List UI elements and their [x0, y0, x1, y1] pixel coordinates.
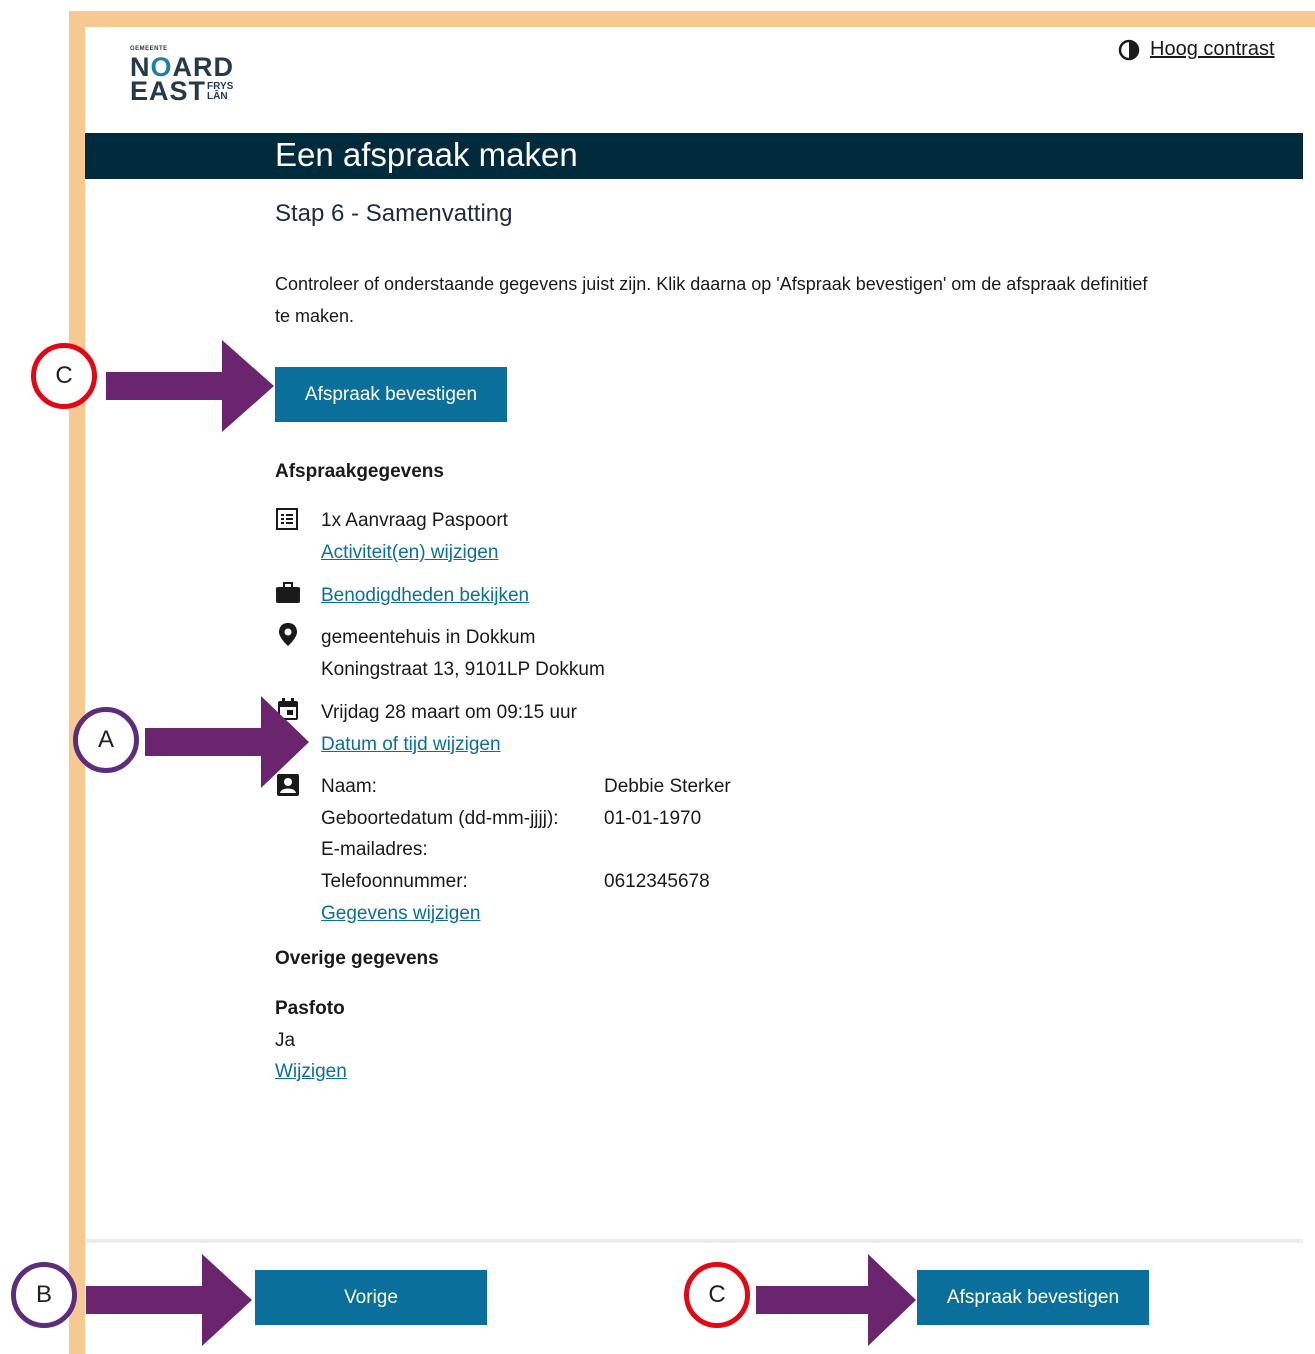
briefcase-icon [276, 582, 300, 603]
logo-line2-suffix: FRYS LÂN [207, 81, 234, 102]
page-container [85, 27, 1315, 1354]
arrow-to-top-confirm [106, 340, 274, 432]
phone-value: 0612345678 [604, 871, 710, 892]
pasfoto-value: Ja [275, 1030, 296, 1051]
intro-text: Controleer of onderstaande gegevens juis… [275, 274, 1148, 326]
list-icon [276, 508, 298, 530]
location-name: gemeentehuis in Dokkum [321, 627, 536, 648]
activity-text: 1x Aanvraag Paspoort [321, 510, 508, 531]
contrast-icon [1118, 39, 1140, 60]
email-label: E-mailadres: [321, 839, 428, 860]
personal-change-link[interactable]: Gegevens wijzigen [321, 898, 480, 930]
pasfoto-change-link[interactable]: Wijzigen [275, 1061, 347, 1083]
pasfoto-label: Pasfoto [275, 998, 345, 1019]
requirements-link[interactable]: Benodigdheden bekijken [321, 580, 529, 612]
arrow-to-date-change [145, 696, 309, 788]
marker-c-bottom: C [684, 1262, 750, 1328]
dob-value: 01-01-1970 [604, 808, 702, 829]
appointment-datetime: Vrijdag 28 maart om 09:15 uur [321, 702, 577, 723]
high-contrast-link[interactable]: Hoog contrast [1150, 38, 1275, 61]
phone-label: Telefoonnummer: [321, 871, 468, 892]
step-title: Stap 6 - Samenvatting [275, 200, 513, 227]
arrow-to-previous [86, 1254, 252, 1346]
confirm-appointment-button-bottom[interactable]: Afspraak bevestigen [917, 1270, 1149, 1325]
appointment-heading: Afspraakgegevens [275, 461, 444, 482]
municipality-logo[interactable]: GEMEENTE NOARD EAST FRYS LÂN [130, 46, 240, 110]
arrow-to-bottom-confirm [756, 1254, 916, 1346]
marker-a: A [73, 707, 139, 773]
logo-line2: EAST [130, 76, 207, 106]
dob-label: Geboortedatum (dd-mm-jjjj): [321, 808, 559, 829]
footer-divider [85, 1239, 1303, 1243]
other-heading: Overige gegevens [275, 948, 439, 969]
activity-change-link[interactable]: Activiteit(en) wijzigen [321, 537, 498, 569]
marker-c-top: C [31, 343, 97, 409]
confirm-appointment-button-top[interactable]: Afspraak bevestigen [275, 367, 507, 422]
location-address: Koningstraat 13, 9101LP Dokkum [321, 659, 605, 680]
previous-button[interactable]: Vorige [255, 1270, 487, 1325]
name-value: Debbie Sterker [604, 776, 731, 797]
page-title: Een afspraak maken [275, 136, 578, 173]
marker-b: B [11, 1262, 77, 1328]
page-banner: Een afspraak maken [85, 133, 1303, 179]
high-contrast-toggle[interactable]: Hoog contrast [1118, 38, 1275, 61]
location-pin-icon [279, 623, 297, 646]
datetime-change-link[interactable]: Datum of tijd wijzigen [321, 729, 501, 761]
name-label: Naam: [321, 776, 377, 797]
